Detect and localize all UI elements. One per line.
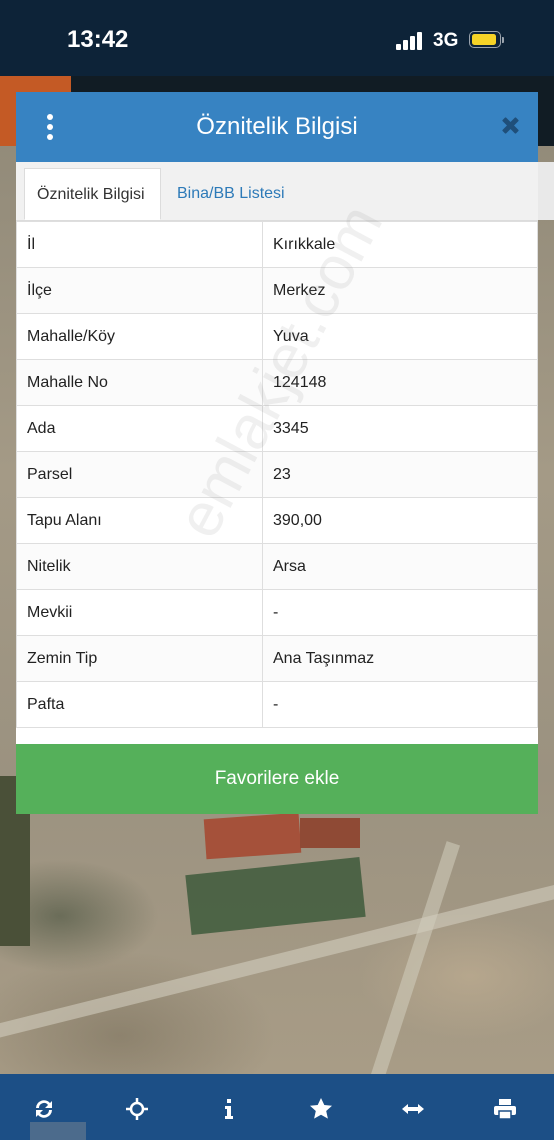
table-row: Tapu Alanı 390,00 xyxy=(16,497,538,544)
attribute-value: 390,00 xyxy=(262,497,538,544)
info-icon[interactable] xyxy=(216,1096,242,1122)
attribute-value: - xyxy=(262,589,538,636)
refresh-icon[interactable] xyxy=(31,1096,57,1122)
table-row: Parsel 23 xyxy=(16,451,538,498)
tab-bar: Öznitelik Bilgisi Bina/BB Listesi xyxy=(16,162,538,221)
print-icon[interactable] xyxy=(492,1096,518,1122)
table-row: Zemin Tip Ana Taşınmaz xyxy=(16,635,538,682)
locate-icon[interactable] xyxy=(124,1096,150,1122)
attribute-key: Nitelik xyxy=(16,543,263,590)
attribute-value: 3345 xyxy=(262,405,538,452)
map-road xyxy=(353,841,461,1074)
network-type: 3G xyxy=(433,30,459,51)
attribute-value: - xyxy=(262,681,538,728)
map-side-tab xyxy=(538,162,554,220)
table-row: Mevkii - xyxy=(16,589,538,636)
add-to-favorites-button[interactable]: Favorilere ekle xyxy=(16,744,538,814)
attribute-value: Arsa xyxy=(262,543,538,590)
attribute-key: Mevkii xyxy=(16,589,263,636)
tab-building-list[interactable]: Bina/BB Listesi xyxy=(165,168,297,220)
battery-icon xyxy=(469,31,504,49)
close-icon[interactable] xyxy=(498,113,524,139)
attribute-key: Zemin Tip xyxy=(16,635,263,682)
measure-icon[interactable] xyxy=(400,1096,426,1122)
attribute-dialog: Öznitelik Bilgisi Öznitelik Bilgisi Bina… xyxy=(16,92,538,814)
map-building xyxy=(203,812,302,860)
star-icon[interactable] xyxy=(308,1096,334,1122)
table-row: İl Kırıkkale xyxy=(16,221,538,268)
table-row: Nitelik Arsa xyxy=(16,543,538,590)
dialog-header: Öznitelik Bilgisi xyxy=(16,92,538,162)
attribute-key: Pafta xyxy=(16,681,263,728)
attribute-value: Ana Taşınmaz xyxy=(262,635,538,682)
signal-icon xyxy=(396,32,426,50)
attribute-key: İlçe xyxy=(16,267,263,314)
status-bar: 13:42 3G xyxy=(0,0,554,76)
map-building xyxy=(300,818,360,848)
attribute-value: 23 xyxy=(262,451,538,498)
tab-attribute-info[interactable]: Öznitelik Bilgisi xyxy=(24,168,161,220)
clock: 13:42 xyxy=(67,26,129,53)
attribute-key: İl xyxy=(16,221,263,268)
table-row: Pafta - xyxy=(16,681,538,728)
dialog-title: Öznitelik Bilgisi xyxy=(196,113,358,140)
map-field xyxy=(185,857,366,935)
attribute-table: İl Kırıkkale İlçe Merkez Mahalle/Köy Yuva Maha… xyxy=(16,221,538,728)
attribute-key: Mahalle/Köy xyxy=(16,313,263,360)
home-indicator xyxy=(30,1122,86,1140)
